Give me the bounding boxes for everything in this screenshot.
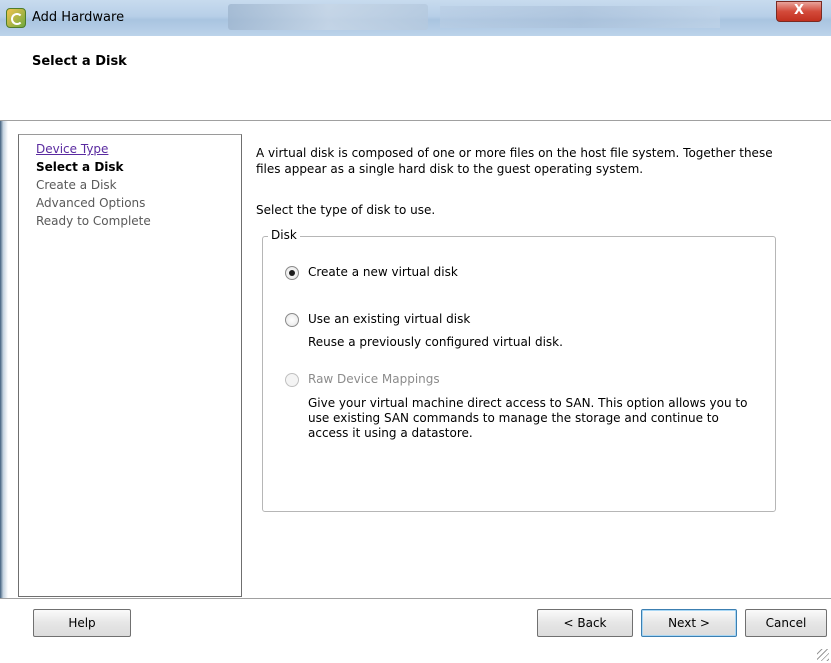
help-button[interactable]: Help (33, 609, 131, 637)
resize-grip-icon[interactable] (817, 649, 829, 661)
wizard-body: Device Type Select a Disk Create a Disk … (8, 121, 831, 598)
next-button[interactable]: Next > (641, 609, 737, 637)
option-description: Reuse a previously configured virtual di… (308, 335, 563, 349)
intro-line: files appear as a single hard disk to th… (256, 162, 644, 176)
disk-group-label: Disk (268, 228, 300, 242)
wizard-footer: Help < Back Next > Cancel (0, 598, 831, 663)
intro-text: A virtual disk is composed of one or mor… (256, 145, 816, 177)
option-label-use-existing-disk[interactable]: Use an existing virtual disk (308, 312, 470, 326)
option-description-line: use existing SAN commands to manage the … (308, 411, 719, 425)
wizard-steps-panel: Device Type Select a Disk Create a Disk … (18, 134, 242, 597)
option-description-line: access it using a datastore. (308, 426, 473, 440)
cancel-button[interactable]: Cancel (745, 609, 827, 637)
window-left-edge (0, 36, 8, 662)
step-create-disk: Create a Disk (36, 178, 117, 192)
content-pane: A virtual disk is composed of one or mor… (256, 145, 816, 217)
back-button[interactable]: < Back (537, 609, 633, 637)
title-bar[interactable]: Add Hardware X (0, 0, 831, 37)
select-prompt: Select the type of disk to use. (256, 203, 436, 217)
radio-raw-device-mappings (285, 373, 299, 387)
step-advanced-options: Advanced Options (36, 196, 146, 210)
disk-group-box: Disk Create a new virtual disk Use an ex… (262, 228, 776, 512)
window-title: Add Hardware (32, 10, 125, 25)
option-description-line: Give your virtual machine direct access … (308, 396, 748, 410)
radio-create-new-disk[interactable] (285, 266, 299, 280)
option-label-create-new-disk[interactable]: Create a new virtual disk (308, 265, 458, 279)
radio-use-existing-disk[interactable] (285, 313, 299, 327)
wizard-header: Select a Disk (0, 36, 831, 121)
step-device-type[interactable]: Device Type (36, 142, 108, 156)
page-title: Select a Disk (32, 54, 127, 69)
option-label-raw-device-mappings: Raw Device Mappings (308, 372, 440, 386)
close-button[interactable]: X (776, 1, 822, 22)
add-hardware-icon (6, 8, 26, 28)
step-select-disk: Select a Disk (36, 160, 124, 174)
background-window-blur (440, 6, 720, 28)
step-ready-to-complete: Ready to Complete (36, 214, 151, 228)
background-window-blur (228, 4, 428, 30)
option-description: Give your virtual machine direct access … (308, 396, 747, 441)
intro-line: A virtual disk is composed of one or mor… (256, 146, 773, 160)
